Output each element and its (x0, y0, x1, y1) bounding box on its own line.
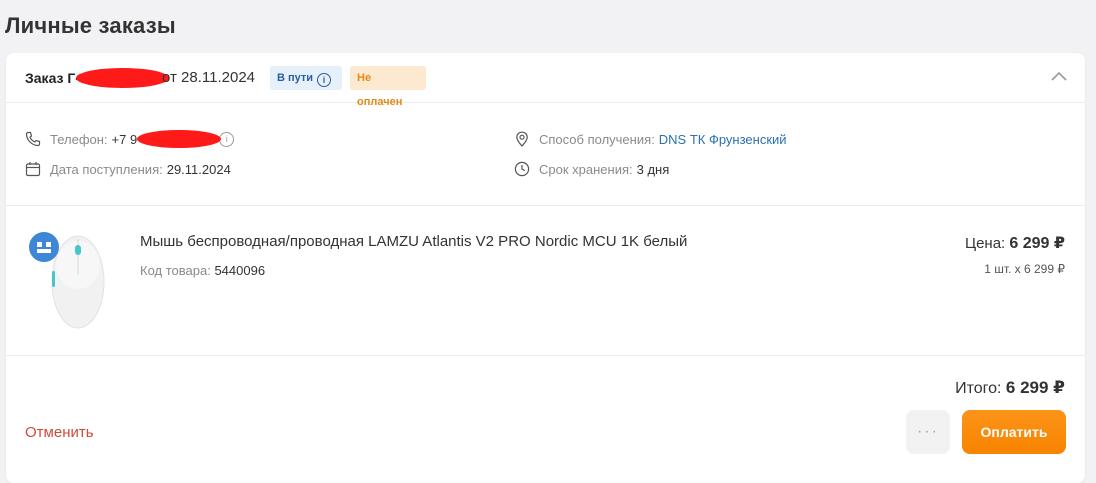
product-image[interactable] (26, 227, 108, 332)
total-value: 6 299 ₽ (1005, 378, 1065, 397)
arrival-row: Дата поступления: 29.11.2024 (24, 160, 231, 178)
price-calculation: 1 шт. x 6 299 ₽ (984, 262, 1065, 276)
info-icon[interactable]: i (317, 73, 332, 87)
order-number: Заказ Г- (25, 70, 80, 86)
phone-info-icon[interactable]: i (219, 131, 235, 147)
more-options-button[interactable]: ··· (906, 410, 950, 454)
cancel-order-link[interactable]: Отменить (25, 424, 94, 441)
product-name[interactable]: Мышь беспроводная/проводная LAMZU Atlant… (140, 233, 687, 250)
pickup-label: Способ получения: (539, 131, 655, 147)
pay-button[interactable]: Оплатить (962, 410, 1066, 454)
pickup-store-link[interactable]: DNS ТК Фрунзенский (659, 132, 787, 147)
status-badge-unpaid: Не оплачен (350, 66, 426, 108)
price-label: Цена: (964, 235, 1006, 252)
product-code-value: 5440096 (214, 263, 266, 278)
price-value: 6 299 ₽ (1009, 235, 1065, 252)
storage-label: Срок хранения: (539, 161, 633, 177)
total-label: Итого: (955, 380, 1002, 397)
redacted-order-number (76, 68, 169, 88)
clock-icon (513, 160, 531, 178)
calendar-icon (24, 160, 42, 178)
product-price: Цена: 6 299 ₽ (965, 233, 1065, 253)
order-header[interactable]: Заказ Г- от 28.11.2024 В пути i Не оплаче… (6, 53, 1085, 108)
phone-label: Телефон: (50, 131, 108, 147)
order-details: Телефон: +7 9 i Дата поступления: 29.11.… (6, 102, 1085, 206)
order-footer: Итого: 6 299 ₽ Отменить ··· Оплатить (6, 355, 1085, 483)
order-date: от 28.11.2024 (162, 69, 256, 86)
status-transit-label: В пути (277, 72, 314, 84)
arrival-label: Дата поступления: (50, 161, 163, 177)
location-pin-icon (513, 130, 531, 148)
product-item: Мышь беспроводная/проводная LAMZU Atlant… (6, 205, 1085, 356)
storage-value: 3 дня (636, 161, 670, 177)
phone-row: Телефон: +7 9 i (24, 130, 235, 148)
order-card: Заказ Г- от 28.11.2024 В пути i Не оплаче… (6, 53, 1085, 483)
pickup-row: Способ получения: DNS ТК Фрунзенский (513, 130, 787, 148)
phone-icon (24, 130, 42, 148)
phone-value: +7 9 (111, 131, 138, 147)
chevron-up-icon[interactable] (1051, 71, 1067, 81)
page-title: Личные заказы (5, 13, 176, 38)
redacted-phone (137, 130, 222, 148)
arrival-value: 29.11.2024 (166, 161, 231, 177)
product-code: Код товара: 5440096 (140, 263, 265, 278)
product-code-label: Код товара: (140, 263, 211, 278)
order-total: Итого: 6 299 ₽ (955, 378, 1065, 398)
storage-row: Срок хранения: 3 дня (513, 160, 669, 178)
status-badge-transit[interactable]: В пути i (270, 66, 342, 90)
